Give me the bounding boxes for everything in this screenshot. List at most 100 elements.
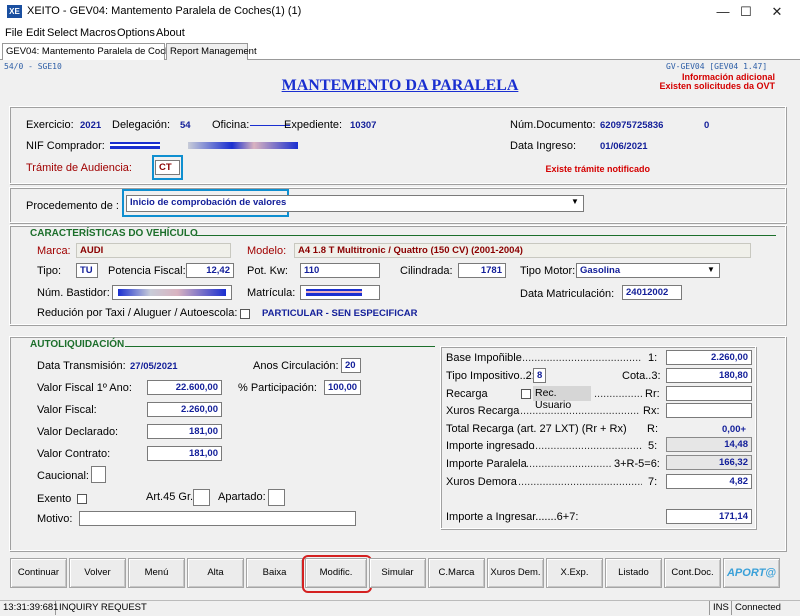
- apartado-field[interactable]: [268, 489, 285, 506]
- autoliq-section-rule: [125, 346, 435, 347]
- alta-button[interactable]: Alta: [187, 558, 244, 588]
- status-connection: Connected: [735, 602, 781, 613]
- marca-label: Marca:: [37, 245, 71, 257]
- num-documento-value: 620975725836: [600, 120, 664, 131]
- status-time: 13:31:39:681: [0, 601, 58, 615]
- reducion-value: PARTICULAR - SEN ESPECIFICAR: [262, 308, 418, 319]
- window-title: XEITO - GEV04: Mantemento Paralela de Co…: [27, 5, 302, 17]
- menu-file[interactable]: File: [5, 27, 23, 39]
- cota-field[interactable]: 180,80: [666, 368, 752, 383]
- importe-ingresado-label: Importe ingresado: [446, 440, 535, 452]
- tipo-field[interactable]: TU: [76, 263, 98, 278]
- anos-label: Anos Circulación:: [253, 360, 339, 372]
- base-dots: ........................................…: [522, 352, 642, 364]
- num-documento-label: Núm.Documento:: [510, 119, 596, 131]
- menu-button[interactable]: Menú: [128, 558, 185, 588]
- art45-label: Art.45 Gr.:: [146, 491, 197, 503]
- potkw-label: Pot. Kw:: [247, 265, 288, 277]
- close-button[interactable]: ✕: [754, 0, 800, 24]
- caucional-label: Caucional:: [37, 470, 89, 482]
- valor-fiscal-field[interactable]: 2.260,00: [147, 402, 222, 417]
- xuros-demora-field[interactable]: 4,82: [666, 474, 752, 489]
- reducion-checkbox[interactable]: [240, 309, 250, 319]
- expediente-value: 10307: [350, 120, 377, 131]
- valor-fiscal-1-field[interactable]: 22.600,00: [147, 380, 222, 395]
- tab-mantemento[interactable]: GEV04: Mantemento Paralela de Coches: [2, 43, 180, 61]
- volver-button[interactable]: Volver: [69, 558, 126, 588]
- listado-button[interactable]: Listado: [605, 558, 662, 588]
- menu-select[interactable]: Select: [47, 27, 78, 39]
- tab-report-management[interactable]: Report Management: [166, 43, 257, 60]
- nif-redacted: [110, 142, 160, 149]
- valor-declarado-label: Valor Declarado:: [37, 426, 119, 438]
- xexp-button[interactable]: X.Exp.: [546, 558, 603, 588]
- reducion-label: Redución por Taxi / Aluguer / Autoescola…: [37, 307, 238, 319]
- participacion-label: % Participación:: [238, 382, 317, 394]
- bastidor-redacted: [118, 289, 226, 296]
- potencia-field[interactable]: 12,42: [186, 263, 234, 278]
- contdoc-button[interactable]: Cont.Doc.: [664, 558, 721, 588]
- valor-declarado-field[interactable]: 181,00: [147, 424, 222, 439]
- valor-contrato-field[interactable]: 181,00: [147, 446, 222, 461]
- recarga-code: Rr:: [645, 388, 660, 400]
- procedemento-select[interactable]: Inicio de comprobación de valores: [126, 195, 584, 212]
- data-matric-field[interactable]: 24012002: [622, 285, 682, 300]
- tramite-field[interactable]: CT: [155, 160, 180, 175]
- tipo-motor-select[interactable]: Gasolina: [576, 263, 720, 278]
- chevron-down-icon[interactable]: ▼: [571, 197, 579, 206]
- motivo-field[interactable]: [79, 511, 356, 526]
- chevron-down-icon[interactable]: ▼: [707, 265, 715, 274]
- exento-checkbox[interactable]: [77, 494, 87, 504]
- xuros-demora-button[interactable]: Xuros Dem.: [487, 558, 544, 588]
- motivo-label: Motivo:: [37, 513, 73, 525]
- xuros-recarga-label: Xuros Recarga: [446, 405, 520, 417]
- procedemento-label: Procedemento de :: [26, 200, 119, 212]
- data-transmision-label: Data Transmisión:: [37, 360, 126, 372]
- xuros-demora-code: 7:: [648, 476, 658, 488]
- importe-paralela-label: Importe Paralela: [446, 458, 527, 470]
- rec-usuario-checkbox[interactable]: [521, 389, 531, 399]
- recarga-field[interactable]: [666, 386, 752, 401]
- menu-macros[interactable]: Macros: [80, 27, 116, 39]
- modific-highlight: [302, 555, 372, 593]
- base-field[interactable]: 2.260,00: [666, 350, 752, 365]
- menu-edit[interactable]: Edit: [26, 27, 45, 39]
- baixa-button[interactable]: Baixa: [246, 558, 303, 588]
- modelo-label: Modelo:: [247, 245, 287, 257]
- importe-a-ingresar-field[interactable]: 171,14: [666, 509, 752, 524]
- tipo-impositivo-field[interactable]: 8: [533, 368, 546, 383]
- cmarca-button[interactable]: C.Marca: [428, 558, 485, 588]
- art45-field[interactable]: [193, 489, 210, 506]
- anos-field[interactable]: 20: [341, 358, 361, 373]
- num-documento-suffix: 0: [704, 120, 710, 131]
- valor-fiscal-1-label: Valor Fiscal 1º Ano:: [37, 382, 132, 394]
- participacion-field[interactable]: 100,00: [324, 380, 361, 395]
- expediente-label: Expediente:: [284, 119, 343, 131]
- menu-about[interactable]: About: [156, 27, 185, 39]
- program-code-left: 54/0 - SGE10: [4, 62, 62, 71]
- cilindrada-field[interactable]: 1781: [458, 263, 506, 278]
- aporto-button[interactable]: APORT@: [723, 558, 780, 588]
- recarga-dots: ......................: [594, 388, 642, 400]
- caucional-field[interactable]: [91, 466, 106, 483]
- valor-contrato-label: Valor Contrato:: [37, 448, 111, 460]
- continuar-button[interactable]: Continuar: [10, 558, 67, 588]
- base-code: 1:: [648, 352, 658, 364]
- menu-options[interactable]: Options: [117, 27, 155, 39]
- tramite-note: Existe trámite notificado: [545, 164, 650, 174]
- data-ingreso-value: 01/06/2021: [600, 141, 648, 152]
- total-recarga-value: 0,00+: [722, 424, 747, 435]
- recarga-label: Recarga: [446, 388, 488, 400]
- modelo-field: A4 1.8 T Multitronic / Quattro (150 CV) …: [294, 243, 751, 258]
- delegacion-label: Delegación:: [112, 119, 171, 131]
- potencia-label: Potencia Fiscal:: [108, 265, 186, 277]
- potkw-field[interactable]: 110: [300, 263, 380, 278]
- tipo-label: Tipo:: [37, 265, 62, 277]
- simular-button[interactable]: Simular: [369, 558, 426, 588]
- base-label: Base Impoñible: [446, 352, 522, 364]
- exercicio-value: 2021: [80, 120, 102, 131]
- apartado-label: Apartado:: [218, 491, 266, 503]
- program-code-right: GV-GEV04 [GEV04 1.47]: [666, 62, 768, 71]
- marca-field: AUDI: [76, 243, 231, 258]
- xuros-recarga-field[interactable]: [666, 403, 752, 418]
